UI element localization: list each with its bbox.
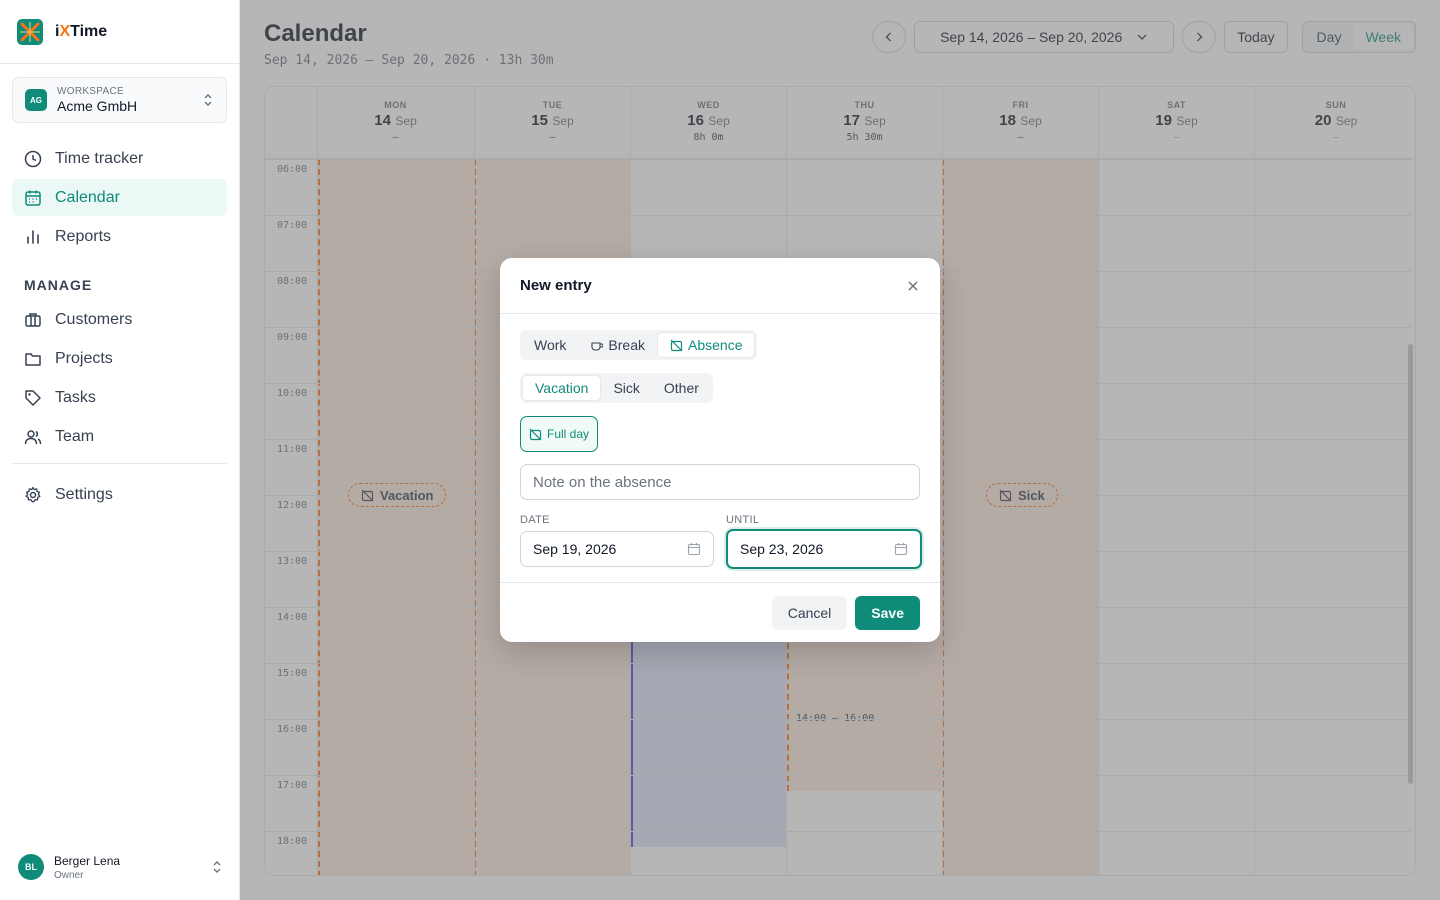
nav-label: Settings [55,485,113,503]
briefcase-icon [25,312,41,327]
brand: iXTime [0,0,239,64]
date-value: Sep 19, 2026 [533,541,617,557]
main-nav: Time tracker Calendar Reports MANAGE Cus… [0,140,239,455]
calendar-icon [25,190,41,206]
nav-label: Customers [55,310,133,328]
full-day-label: Full day [547,427,590,441]
nav-label: Reports [55,227,112,245]
tab-label: Break [608,337,645,353]
nav-label: Time tracker [55,149,144,167]
nav-divider [12,463,227,464]
absence-note-input[interactable]: Note on the absence [520,464,920,500]
clock-icon [24,150,42,167]
subtab-other[interactable]: Other [652,375,711,401]
avatar: BL [18,854,44,880]
nav-label: Calendar [55,188,120,206]
tab-absence[interactable]: Absence [657,332,756,358]
app-logo [17,18,43,45]
user-name: Berger Lena [54,853,121,868]
calendar-off-icon [670,339,683,351]
until-label: UNTIL [726,514,760,526]
calendar-icon [687,543,701,556]
date-field[interactable]: Sep 19, 2026 [520,531,714,567]
gear-icon [25,486,41,502]
nav-tasks[interactable]: Tasks [12,379,227,416]
tab-work[interactable]: Work [522,332,578,358]
entry-type-tabs: Work Break Absence [520,330,758,360]
tag-icon [25,389,41,406]
folder-icon [25,352,41,366]
nav-reports[interactable]: Reports [12,218,227,255]
calendar-off-icon [529,428,542,440]
nav-calendar[interactable]: Calendar [12,179,227,216]
nav-customers[interactable]: Customers [12,301,227,338]
user-role: Owner [54,869,84,881]
user-menu[interactable]: BL Berger Lena Owner [18,852,223,882]
new-entry-dialog: New entry Work Break Absence Vacation Si… [500,258,940,642]
until-value: Sep 23, 2026 [740,541,824,557]
close-icon[interactable] [906,279,920,293]
tab-label: Work [534,337,567,353]
subtab-vacation[interactable]: Vacation [522,375,602,401]
workspace-name: Acme GmbH [57,98,138,114]
nav-label: Projects [55,349,113,367]
workspace-switcher[interactable]: AG WORKSPACE Acme GmbH [12,77,227,123]
cancel-button[interactable]: Cancel [771,595,848,630]
save-button[interactable]: Save [855,595,920,630]
dialog-title: New entry [520,277,592,294]
nav-label: Tasks [55,388,96,406]
chevron-updown-icon [204,94,212,106]
sidebar: iXTime AG WORKSPACE Acme GmbH Time track… [0,0,240,900]
tab-label: Absence [688,337,743,353]
section-manage: MANAGE [24,277,93,293]
until-field[interactable]: Sep 23, 2026 [726,529,922,569]
app-name: iXTime [55,22,108,40]
calendar-icon [894,543,908,556]
nav-team[interactable]: Team [12,418,227,455]
nav-time-tracker[interactable]: Time tracker [12,140,227,177]
full-day-toggle[interactable]: Full day [520,416,599,452]
date-label: DATE [520,514,550,526]
users-icon [24,429,42,444]
chevron-updown-icon [213,861,221,873]
coffee-icon [591,341,604,351]
nav-settings[interactable]: Settings [12,476,227,513]
absence-type-tabs: Vacation Sick Other [520,373,713,403]
nav-projects[interactable]: Projects [12,340,227,377]
bar-chart-icon [27,229,39,244]
tab-break[interactable]: Break [578,332,657,358]
workspace-badge: AG [25,89,47,111]
workspace-label: WORKSPACE [57,86,124,97]
nav-label: Team [55,427,95,445]
subtab-sick[interactable]: Sick [601,375,651,401]
